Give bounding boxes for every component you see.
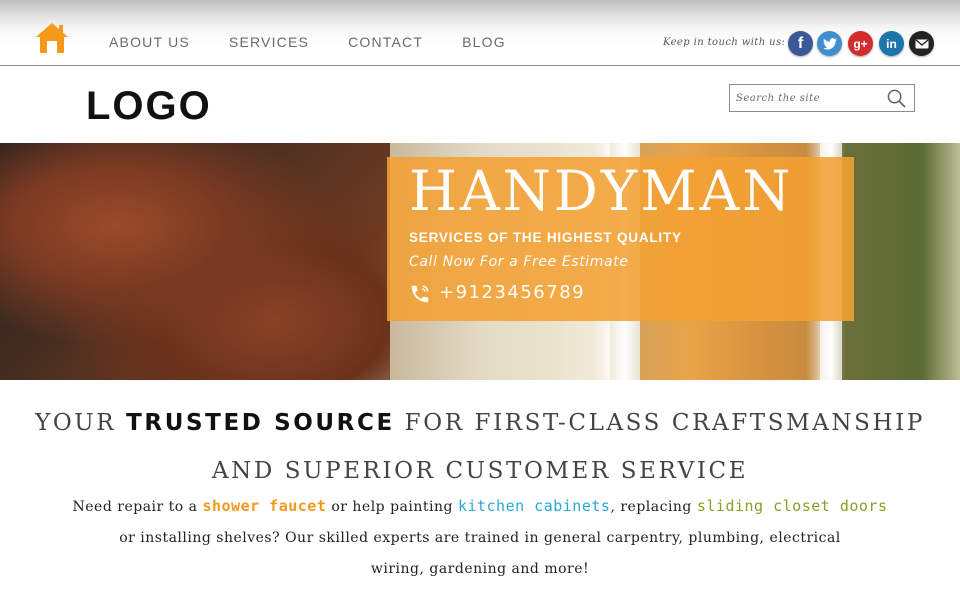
hero-call-to-action: Call Now For a Free Estimate (409, 254, 629, 270)
twitter-icon[interactable] (817, 31, 842, 56)
keep-in-touch-label: Keep in touch with us: (663, 37, 786, 48)
para-text-1: Need repair to a (72, 499, 203, 515)
main-nav: ABOUT US SERVICES CONTACT BLOG (109, 34, 545, 50)
para-text-2: or help painting (326, 499, 458, 515)
linkedin-icon[interactable]: in (879, 31, 904, 56)
intro-paragraph: Need repair to a shower faucet or help p… (0, 491, 960, 585)
paragraph-line-1: Need repair to a shower faucet or help p… (0, 491, 960, 523)
hero-promo-box: HANDYMAN SERVICES OF THE HIGHEST QUALITY… (387, 157, 854, 321)
nav-about-us[interactable]: ABOUT US (109, 34, 190, 50)
hero-tagline: SERVICES OF THE HIGHEST QUALITY (409, 230, 682, 245)
google-plus-icon[interactable]: g+ (848, 31, 873, 56)
search-input[interactable] (736, 90, 882, 107)
hero-banner: HANDYMAN SERVICES OF THE HIGHEST QUALITY… (0, 143, 960, 380)
hero-title: HANDYMAN (409, 159, 794, 223)
home-icon[interactable] (34, 21, 70, 55)
paragraph-line-2: or installing shelves? Our skilled exper… (119, 530, 841, 546)
headline-line-2: AND SUPERIOR CUSTOMER SERVICE (211, 458, 749, 484)
headline-text-1: YOUR (35, 410, 127, 436)
tool-belt-image (0, 143, 390, 380)
search-box (729, 84, 915, 112)
para-text-3: , replacing (610, 499, 697, 515)
twitter-bird-icon (822, 37, 837, 50)
top-nav-bar: ABOUT US SERVICES CONTACT BLOG Keep in t… (0, 0, 960, 66)
hero-phone-number[interactable]: +9123456789 (439, 282, 585, 303)
headline-emphasis: TRUSTED SOURCE (126, 410, 395, 436)
google-plus-glyph: g+ (853, 36, 868, 51)
facebook-icon[interactable]: f (788, 31, 813, 56)
envelope-icon (915, 38, 928, 48)
linkedin-glyph: in (886, 36, 897, 51)
link-sliding-closet-doors[interactable]: sliding closet doors (697, 497, 888, 515)
main-headline: YOUR TRUSTED SOURCE FOR FIRST-CLASS CRAF… (0, 399, 960, 495)
link-shower-faucet[interactable]: shower faucet (202, 497, 326, 515)
nav-services[interactable]: SERVICES (229, 34, 309, 50)
link-kitchen-cabinets[interactable]: kitchen cabinets (458, 497, 611, 515)
search-icon[interactable] (887, 89, 906, 108)
facebook-glyph: f (797, 34, 804, 52)
headline-text-2: FOR FIRST-CLASS CRAFTSMANSHIP (394, 410, 925, 436)
nav-contact[interactable]: CONTACT (348, 34, 423, 50)
headline-line-1: YOUR TRUSTED SOURCE FOR FIRST-CLASS CRAF… (0, 399, 960, 447)
nav-blog[interactable]: BLOG (462, 34, 506, 50)
site-logo[interactable]: LOGO (86, 84, 212, 129)
paragraph-line-3: wiring, gardening and more! (370, 561, 590, 577)
phone-icon (411, 285, 429, 303)
email-icon[interactable] (909, 31, 934, 56)
